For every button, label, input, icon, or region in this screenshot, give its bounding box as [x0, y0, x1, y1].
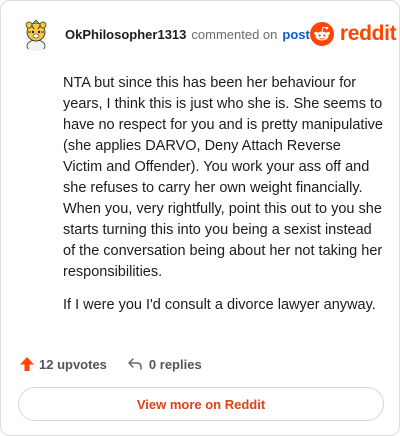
comment-paragraph: NTA but since this has been her behaviou…: [63, 75, 383, 280]
comment-footer: 12 upvotes 0 replies: [19, 353, 202, 375]
action-text: commented on: [191, 26, 278, 42]
comment-paragraph: If I were you I'd consult a divorce lawy…: [63, 297, 376, 313]
avatar-tiger-icon: [19, 17, 53, 51]
upvote-button[interactable]: 12 upvotes: [19, 356, 107, 372]
upvote-count: 12 upvotes: [39, 356, 107, 372]
username[interactable]: OkPhilosopher1313: [65, 27, 186, 42]
comment-body: NTA but since this has been her behaviou…: [63, 73, 383, 328]
reddit-brand[interactable]: reddit: [309, 22, 397, 46]
replies-button[interactable]: 0 replies: [127, 356, 202, 372]
upvote-arrow-icon: [20, 357, 34, 371]
post-link[interactable]: post: [282, 27, 309, 42]
reddit-logo-icon: [309, 22, 334, 46]
view-more-button[interactable]: View more on Reddit: [18, 387, 384, 421]
reply-arrow-icon: [128, 358, 142, 370]
reddit-wordmark: reddit: [339, 22, 397, 45]
reply-count: 0 replies: [148, 356, 202, 372]
user-avatar[interactable]: [19, 17, 53, 51]
comment-embed-card: OkPhilosopher1313 commented on post redd…: [0, 0, 400, 436]
comment-header: OkPhilosopher1313 commented on post redd…: [19, 17, 397, 51]
comment-meta: OkPhilosopher1313 commented on post: [65, 27, 310, 42]
